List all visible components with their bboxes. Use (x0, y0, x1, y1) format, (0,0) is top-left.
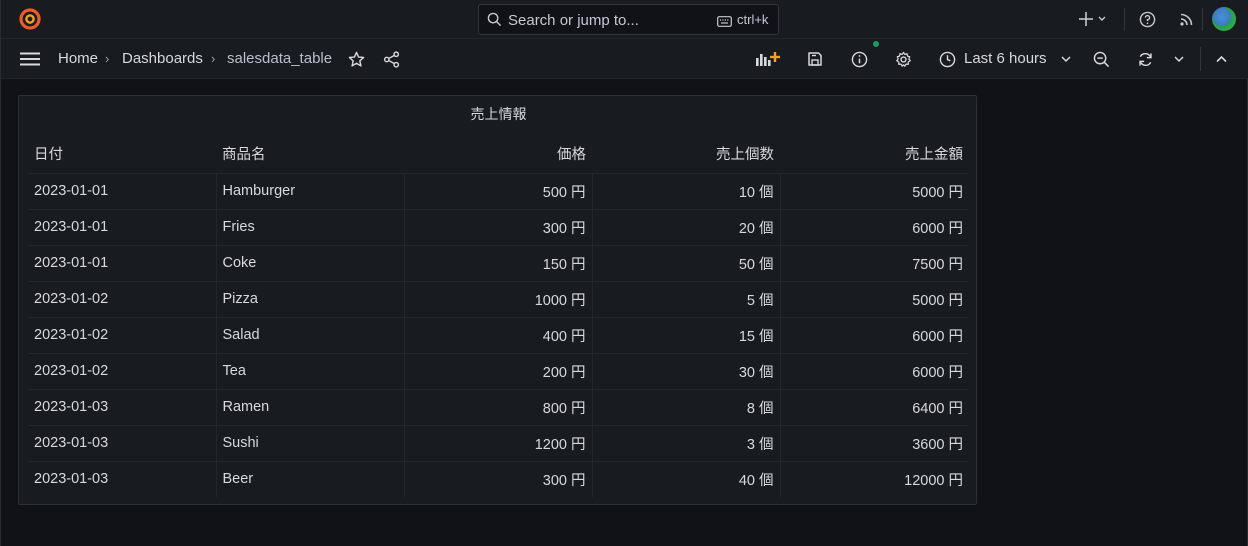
cell-price: 1000 円 (403, 280, 592, 317)
cell-product: Fries (215, 208, 404, 245)
breadcrumb-separator: › (105, 51, 110, 66)
cell-price: 400 円 (403, 316, 592, 353)
cell-quantity: 8 個 (591, 388, 780, 425)
table-row: 2023-01-02 Pizza 1000 円 5 個 5000 円 (28, 280, 969, 317)
keyboard-icon (717, 14, 732, 32)
column-header-price[interactable]: 価格 (404, 135, 592, 173)
cell-date: 2023-01-01 (28, 172, 216, 209)
cell-product: Salad (215, 316, 404, 353)
top-bar: Search or jump to... ctrl+k (1, 0, 1248, 39)
navbar-divider (1200, 47, 1201, 71)
column-header-date[interactable]: 日付 (28, 135, 216, 173)
cell-product: Beer (215, 460, 404, 497)
column-header-product[interactable]: 商品名 (216, 135, 404, 173)
table-row: 2023-01-01 Fries 300 円 20 個 6000 円 (28, 208, 969, 245)
star-icon[interactable] (347, 50, 365, 68)
cell-price: 300 円 (403, 208, 592, 245)
cell-amount: 12000 円 (779, 460, 969, 497)
cell-quantity: 20 個 (591, 208, 780, 245)
column-header-quantity[interactable]: 売上個数 (592, 135, 780, 173)
breadcrumb-current: salesdata_table (227, 50, 333, 67)
table-row: 2023-01-03 Sushi 1200 円 3 個 3600 円 (28, 424, 969, 461)
cell-quantity: 3 個 (591, 424, 780, 461)
cell-product: Coke (215, 244, 404, 281)
cell-price: 1200 円 (403, 424, 592, 461)
breadcrumb-dashboards[interactable]: Dashboards (122, 50, 203, 67)
cell-product: Hamburger (215, 172, 404, 209)
new-menu-button[interactable] (1077, 9, 1109, 29)
cell-date: 2023-01-03 (28, 388, 216, 425)
column-header-amount[interactable]: 売上金額 (780, 135, 969, 173)
search-icon (487, 12, 502, 32)
save-icon[interactable] (806, 50, 824, 68)
gear-icon[interactable] (894, 50, 912, 68)
cell-date: 2023-01-03 (28, 424, 216, 461)
cell-date: 2023-01-02 (28, 280, 216, 317)
zoom-out-icon[interactable] (1092, 50, 1110, 68)
table-row: 2023-01-03 Beer 300 円 40 個 12000 円 (28, 460, 969, 497)
notification-dot (873, 41, 879, 47)
table-header-row: 日付 商品名 価格 売上個数 売上金額 (28, 135, 969, 173)
cell-date: 2023-01-01 (28, 244, 216, 281)
cell-quantity: 10 個 (591, 172, 780, 209)
cell-product: Pizza (215, 280, 404, 317)
cell-amount: 6000 円 (779, 316, 969, 353)
cell-amount: 6000 円 (779, 208, 969, 245)
search-placeholder: Search or jump to... (508, 12, 639, 29)
topbar-divider (1202, 8, 1203, 31)
table-row: 2023-01-02 Tea 200 円 30 個 6000 円 (28, 352, 969, 389)
cell-quantity: 15 個 (591, 316, 780, 353)
refresh-interval-chevron-icon[interactable] (1173, 53, 1185, 65)
time-range-picker[interactable]: Last 6 hours (964, 50, 1047, 67)
clock-icon[interactable] (938, 50, 956, 68)
search-shortcut: ctrl+k (737, 12, 769, 27)
breadcrumb-home[interactable]: Home (58, 50, 98, 67)
table-row: 2023-01-02 Salad 400 円 15 個 6000 円 (28, 316, 969, 353)
refresh-icon[interactable] (1136, 50, 1154, 68)
cell-amount: 7500 円 (779, 244, 969, 281)
add-panel-icon[interactable] (755, 50, 781, 68)
cell-date: 2023-01-02 (28, 316, 216, 353)
table-panel[interactable]: 売上情報 日付 商品名 価格 売上個数 売上金額 2023-01-01 Hamb… (18, 95, 977, 505)
search-bar[interactable]: Search or jump to... ctrl+k (478, 4, 779, 35)
menu-icon[interactable] (20, 51, 40, 67)
chevron-up-icon[interactable] (1215, 53, 1227, 65)
user-avatar[interactable] (1212, 7, 1236, 31)
cell-quantity: 5 個 (591, 280, 780, 317)
help-icon[interactable] (1138, 10, 1156, 28)
cell-quantity: 30 個 (591, 352, 780, 389)
cell-price: 200 円 (403, 352, 592, 389)
panel-title[interactable]: 売上情報 (19, 104, 978, 124)
sales-table: 日付 商品名 価格 売上個数 売上金額 2023-01-01 Hamburger… (28, 135, 969, 497)
cell-quantity: 50 個 (591, 244, 780, 281)
cell-quantity: 40 個 (591, 460, 780, 497)
breadcrumb-separator: › (211, 51, 216, 66)
table-row: 2023-01-03 Ramen 800 円 8 個 6400 円 (28, 388, 969, 425)
chevron-down-icon[interactable] (1060, 53, 1072, 65)
cell-price: 500 円 (403, 172, 592, 209)
cell-date: 2023-01-01 (28, 208, 216, 245)
news-feed-icon[interactable] (1178, 10, 1196, 28)
cell-amount: 6000 円 (779, 352, 969, 389)
cell-amount: 5000 円 (779, 280, 969, 317)
info-icon[interactable] (850, 50, 868, 68)
topbar-divider (1124, 8, 1125, 31)
cell-amount: 5000 円 (779, 172, 969, 209)
cell-amount: 3600 円 (779, 424, 969, 461)
cell-amount: 6400 円 (779, 388, 969, 425)
cell-price: 300 円 (403, 460, 592, 497)
cell-product: Tea (215, 352, 404, 389)
table-row: 2023-01-01 Hamburger 500 円 10 個 5000 円 (28, 172, 969, 209)
cell-price: 800 円 (403, 388, 592, 425)
cell-date: 2023-01-03 (28, 460, 216, 497)
cell-product: Ramen (215, 388, 404, 425)
share-icon[interactable] (382, 50, 400, 68)
table-row: 2023-01-01 Coke 150 円 50 個 7500 円 (28, 244, 969, 281)
cell-price: 150 円 (403, 244, 592, 281)
grafana-logo-icon[interactable] (18, 7, 42, 31)
cell-product: Sushi (215, 424, 404, 461)
cell-date: 2023-01-02 (28, 352, 216, 389)
dashboard-nav-bar: Home › Dashboards › salesdata_table Last… (1, 39, 1248, 79)
